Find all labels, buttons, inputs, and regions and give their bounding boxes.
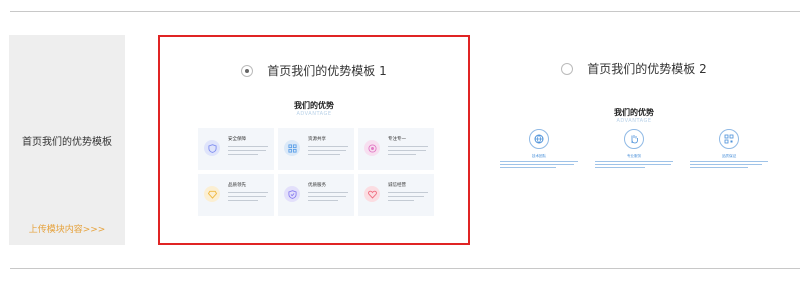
advantage-tile: 安全保障: [198, 128, 274, 170]
preview-title: 我们的优势: [294, 101, 334, 110]
advantage-grid: 安全保障 资源共享 专注专一 品质领先 优质服务 诚信经营: [198, 128, 434, 216]
bottom-divider: [10, 268, 800, 269]
template-card-2[interactable]: 首页我们的优势模板 2 我们的优势 ADVANTAGE 技术团队 专业服务 品质…: [478, 35, 790, 245]
advantage-tile: 品质领先: [198, 174, 274, 216]
upload-content-link[interactable]: 上传模块内容>>>: [9, 222, 125, 235]
qr-icon: [719, 129, 739, 149]
module-title: 首页我们的优势模板: [22, 137, 112, 148]
advantage-name: 品质领先: [228, 183, 246, 188]
advantage-list: 技术团队 专业服务 品质保证: [496, 129, 772, 189]
module-sidebar: 首页我们的优势模板 上传模块内容>>>: [9, 35, 125, 245]
template-1-label: 首页我们的优势模板 1: [267, 64, 387, 78]
shield-icon: [204, 140, 220, 156]
hand-icon: [624, 129, 644, 149]
advantage-tile: 资源共享: [278, 128, 354, 170]
preview-subtitle: ADVANTAGE: [296, 111, 332, 117]
gem-icon: [204, 186, 220, 202]
advantage-tile: 优质服务: [278, 174, 354, 216]
advantage-item: 专业服务: [591, 129, 677, 189]
advantage-name: 专注专一: [388, 137, 406, 142]
grid-icon: [284, 140, 300, 156]
globe-icon: [529, 129, 549, 149]
top-divider: [10, 11, 800, 12]
template-card-1[interactable]: 首页我们的优势模板 1 我们的优势 ADVANTAGE 安全保障 资源共享 专注…: [158, 35, 470, 245]
advantage-name: 优质服务: [308, 183, 326, 188]
advantage-name: 资源共享: [308, 137, 326, 142]
preview-subtitle: ADVANTAGE: [616, 118, 652, 124]
advantage-name: 安全保障: [228, 137, 246, 142]
heart-icon: [364, 186, 380, 202]
advantage-item: 技术团队: [496, 129, 582, 189]
advantage-name: 诚信经营: [388, 183, 406, 188]
template-2-radio[interactable]: [561, 62, 574, 75]
advantage-tile: 诚信经营: [358, 174, 434, 216]
target-icon: [364, 140, 380, 156]
template-1-option[interactable]: 首页我们的优势模板 1: [160, 62, 468, 79]
advantage-item: 品质保证: [686, 129, 772, 189]
advantage-name: 专业服务: [626, 154, 642, 158]
shield-check-icon: [284, 186, 300, 202]
advantage-tile: 专注专一: [358, 128, 434, 170]
template-2-option[interactable]: 首页我们的优势模板 2: [478, 60, 790, 77]
template-1-radio[interactable]: [241, 64, 254, 77]
template-2-label: 首页我们的优势模板 2: [587, 62, 707, 76]
preview-title: 我们的优势: [614, 108, 654, 117]
advantage-name: 品质保证: [721, 154, 737, 158]
advantage-name: 技术团队: [531, 154, 547, 158]
